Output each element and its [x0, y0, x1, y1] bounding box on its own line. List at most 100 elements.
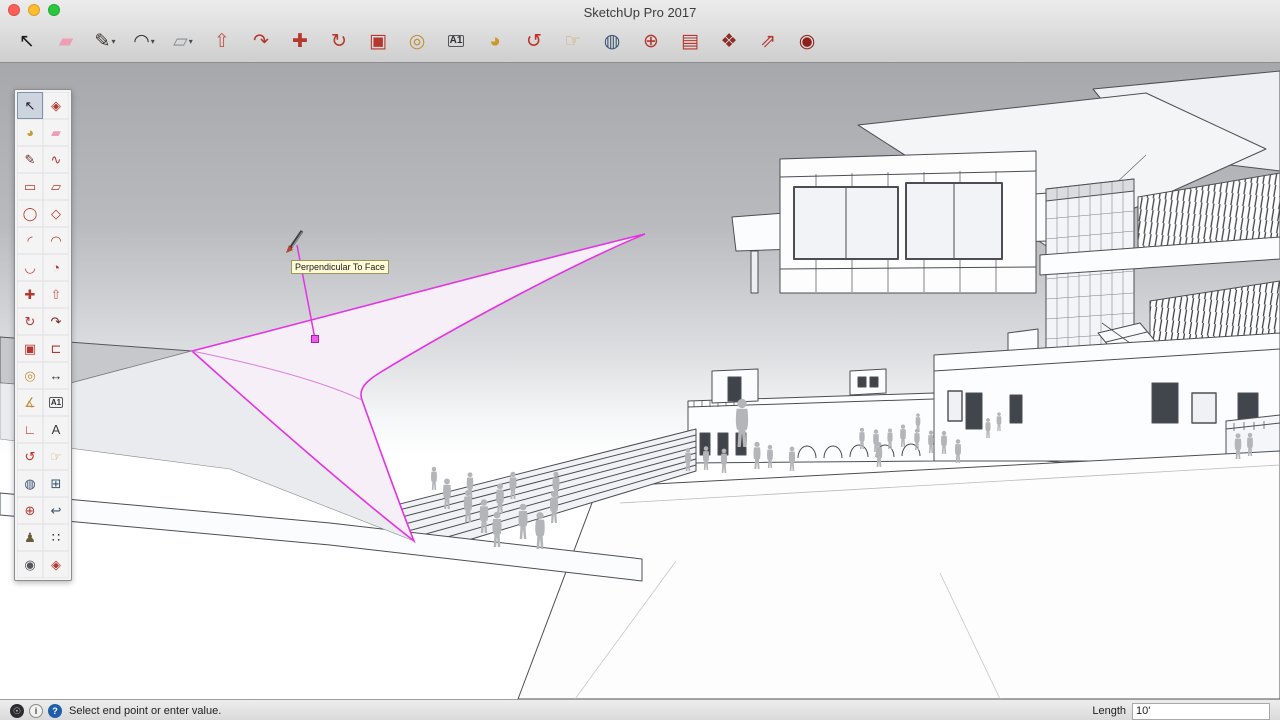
tape-measure-tool[interactable]: ◎	[17, 362, 43, 389]
close-button[interactable]	[8, 4, 20, 16]
position-camera-tool[interactable]: ♟	[17, 524, 43, 551]
help-icon[interactable]: ?	[48, 704, 62, 718]
select-tool-icon: ↖	[24, 97, 36, 113]
traffic-lights	[8, 4, 60, 16]
scale-tool[interactable]: ▣	[363, 25, 393, 57]
paint-bucket-tool[interactable]: ◕	[480, 25, 510, 57]
select-tool[interactable]: ↖	[17, 92, 43, 119]
pan-tool[interactable]: ☞	[558, 25, 588, 57]
look-around-tool[interactable]: ◉	[17, 551, 43, 578]
walk-tool[interactable]: ∷	[43, 524, 69, 551]
text-tool[interactable]: A1	[441, 25, 471, 57]
inference-point-marker	[311, 335, 319, 343]
polygon-tool-icon: ◇	[51, 205, 61, 221]
text-tool-icon: A1	[447, 35, 465, 47]
sketchup-window: SketchUp Pro 2017 ↖ ▰ ✎ ▾ ◠ ▾ ▱ ▾ ⇧ ↷ ✚ ↻ ▣ ◎ A1 ◕ ↺ ☞ ◍ ⊕ ▤…	[0, 0, 1280, 720]
circle-tool[interactable]: ◯	[17, 200, 43, 227]
freehand-tool[interactable]: ∿	[43, 146, 69, 173]
text-tool-icon: A1	[48, 397, 64, 408]
shapes-tool[interactable]: ▱ ▾	[168, 25, 198, 57]
offset-tool[interactable]: ⊏	[43, 335, 69, 362]
rotate-tool-icon: ↻	[331, 30, 347, 52]
select-tool[interactable]: ↖	[12, 25, 42, 57]
credits-icon[interactable]: i	[29, 704, 43, 718]
arcs-tool[interactable]: ◠ ▾	[129, 25, 159, 57]
axes-tool[interactable]: ∟	[17, 416, 43, 443]
statusbar-icons: ☉ i?	[10, 704, 62, 718]
zoom-extents-tool[interactable]: ⊕	[17, 497, 43, 524]
components-tool-icon: ❖	[720, 30, 738, 52]
line-tool[interactable]: ✎ ▾	[90, 25, 120, 57]
move-tool[interactable]: ✚	[17, 281, 43, 308]
text-tool[interactable]: A1	[43, 389, 69, 416]
freehand-tool-icon: ∿	[50, 151, 62, 167]
protractor-tool-icon: ∡	[24, 394, 36, 410]
components-tool[interactable]: ❖	[714, 25, 744, 57]
zoom-extents-tool[interactable]: ⊕	[636, 25, 666, 57]
viewport-canvas[interactable]	[0, 63, 1280, 699]
window-chrome: SketchUp Pro 2017 ↖ ▰ ✎ ▾ ◠ ▾ ▱ ▾ ⇧ ↷ ✚ ↻ ▣ ◎ A1 ◕ ↺ ☞ ◍ ⊕ ▤…	[0, 0, 1280, 63]
rotate-tool-icon: ↻	[24, 313, 36, 329]
3d-text-tool[interactable]: A	[43, 416, 69, 443]
minimize-button[interactable]	[28, 4, 40, 16]
rotated-rectangle-tool-icon: ▱	[51, 178, 61, 194]
previous-view-tool-icon: ↩	[50, 502, 62, 518]
push-pull-tool[interactable]: ⇧	[207, 25, 237, 57]
share-model-tool[interactable]: ⇗	[753, 25, 783, 57]
shapes-tool-dropdown-caret[interactable]: ▾	[189, 37, 193, 46]
paint-bucket-tool-icon: ◕	[26, 125, 34, 140]
arcs-tool-dropdown-caret[interactable]: ▾	[151, 37, 155, 46]
rectangle-tool[interactable]: ▭	[17, 173, 43, 200]
extension-warehouse-tool-icon: ◉	[798, 30, 816, 52]
orbit-tool[interactable]: ↺	[17, 443, 43, 470]
rotate-tool[interactable]: ↻	[324, 25, 354, 57]
push-pull-tool[interactable]: ⇧	[43, 281, 69, 308]
orbit-tool[interactable]: ↺	[519, 25, 549, 57]
follow-me-tool-icon: ↷	[50, 313, 62, 329]
extension-warehouse-tool[interactable]: ◉	[792, 25, 822, 57]
tape-measure-tool-icon: ◎	[408, 30, 426, 52]
move-tool[interactable]: ✚	[285, 25, 315, 57]
main-toolbar: ↖ ▰ ✎ ▾ ◠ ▾ ▱ ▾ ⇧ ↷ ✚ ↻ ▣ ◎ A1 ◕ ↺ ☞ ◍ ⊕ ▤ ❖ ⇗ ◉	[0, 20, 1280, 62]
length-label: Length	[1092, 705, 1126, 717]
pan-tool[interactable]: ☞	[43, 443, 69, 470]
zoom-tool[interactable]: ◍	[17, 470, 43, 497]
follow-me-tool[interactable]: ↷	[43, 308, 69, 335]
arc-tool[interactable]: ◜	[17, 227, 43, 254]
paint-bucket-tool-icon: ◕	[489, 30, 501, 52]
section-plane-tool[interactable]: ▤	[675, 25, 705, 57]
offset-tool-icon: ⊏	[50, 340, 62, 356]
protractor-tool[interactable]: ∡	[17, 389, 43, 416]
pie-tool[interactable]: ◔	[43, 254, 69, 281]
eraser-tool-icon: ▰	[58, 30, 74, 52]
rotated-rectangle-tool[interactable]: ▱	[43, 173, 69, 200]
tape-measure-tool[interactable]: ◎	[402, 25, 432, 57]
follow-me-tool[interactable]: ↷	[246, 25, 276, 57]
scale-tool[interactable]: ▣	[17, 335, 43, 362]
section-plane-tool[interactable]: ◈	[43, 551, 69, 578]
line-tool-icon: ✎	[24, 151, 36, 167]
section-plane-tool-icon: ◈	[51, 556, 61, 572]
orbit-tool-icon: ↺	[526, 30, 542, 52]
paint-bucket-tool[interactable]: ◕	[17, 119, 43, 146]
two-point-arc-tool-icon: ◠	[50, 232, 62, 248]
eraser-tool[interactable]: ▰	[43, 119, 69, 146]
line-tool-dropdown-caret[interactable]: ▾	[111, 37, 115, 46]
make-component-tool[interactable]: ◈	[43, 92, 69, 119]
previous-view-tool[interactable]: ↩	[43, 497, 69, 524]
dimension-tool[interactable]: ↔	[43, 362, 69, 389]
three-point-arc-tool[interactable]: ◡	[17, 254, 43, 281]
zoom-window-tool[interactable]: ⊞	[43, 470, 69, 497]
zoom-window-button[interactable]	[48, 4, 60, 16]
eraser-tool[interactable]: ▰	[51, 25, 81, 57]
polygon-tool[interactable]: ◇	[43, 200, 69, 227]
length-input[interactable]	[1132, 702, 1270, 720]
zoom-window-tool-icon: ⊞	[50, 475, 62, 491]
shapes-tool-icon: ▱	[173, 30, 188, 52]
rotate-tool[interactable]: ↻	[17, 308, 43, 335]
two-point-arc-tool[interactable]: ◠	[43, 227, 69, 254]
line-tool[interactable]: ✎	[17, 146, 43, 173]
geolocation-icon[interactable]: ☉	[10, 704, 24, 718]
window-title: SketchUp Pro 2017	[583, 4, 697, 20]
zoom-tool[interactable]: ◍	[597, 25, 627, 57]
